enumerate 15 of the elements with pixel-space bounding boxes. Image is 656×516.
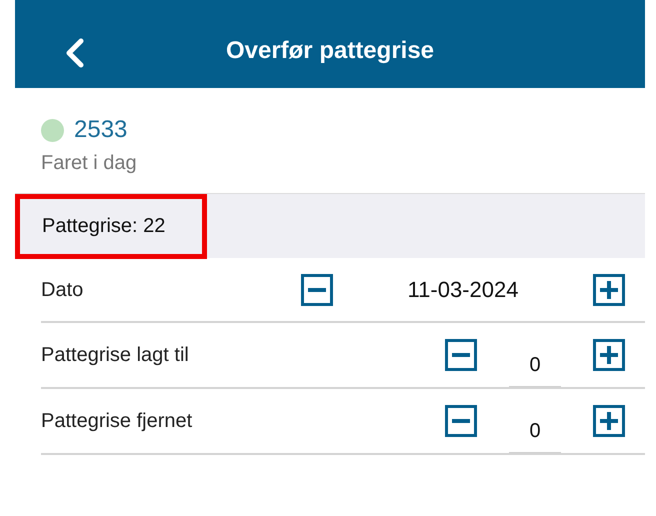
sow-number: 2533: [74, 115, 128, 145]
plus-button[interactable]: [593, 274, 625, 306]
plus-button[interactable]: [593, 405, 625, 437]
page-title: Overfør pattegrise: [226, 36, 434, 66]
back-icon[interactable]: [65, 38, 85, 68]
minus-button[interactable]: [301, 274, 333, 306]
plus-button[interactable]: [593, 339, 625, 371]
minus-button[interactable]: [445, 339, 477, 371]
sow-status: Faret i dag: [41, 151, 138, 176]
piglet-count: Pattegrise: 22: [15, 194, 207, 258]
row-label: Pattegrise fjernet: [41, 409, 194, 434]
date-value: 11-03-2024: [406, 276, 520, 304]
minus-button[interactable]: [445, 405, 477, 437]
row-label: Pattegrise lagt til: [41, 343, 190, 368]
row-label: Dato: [41, 278, 84, 302]
